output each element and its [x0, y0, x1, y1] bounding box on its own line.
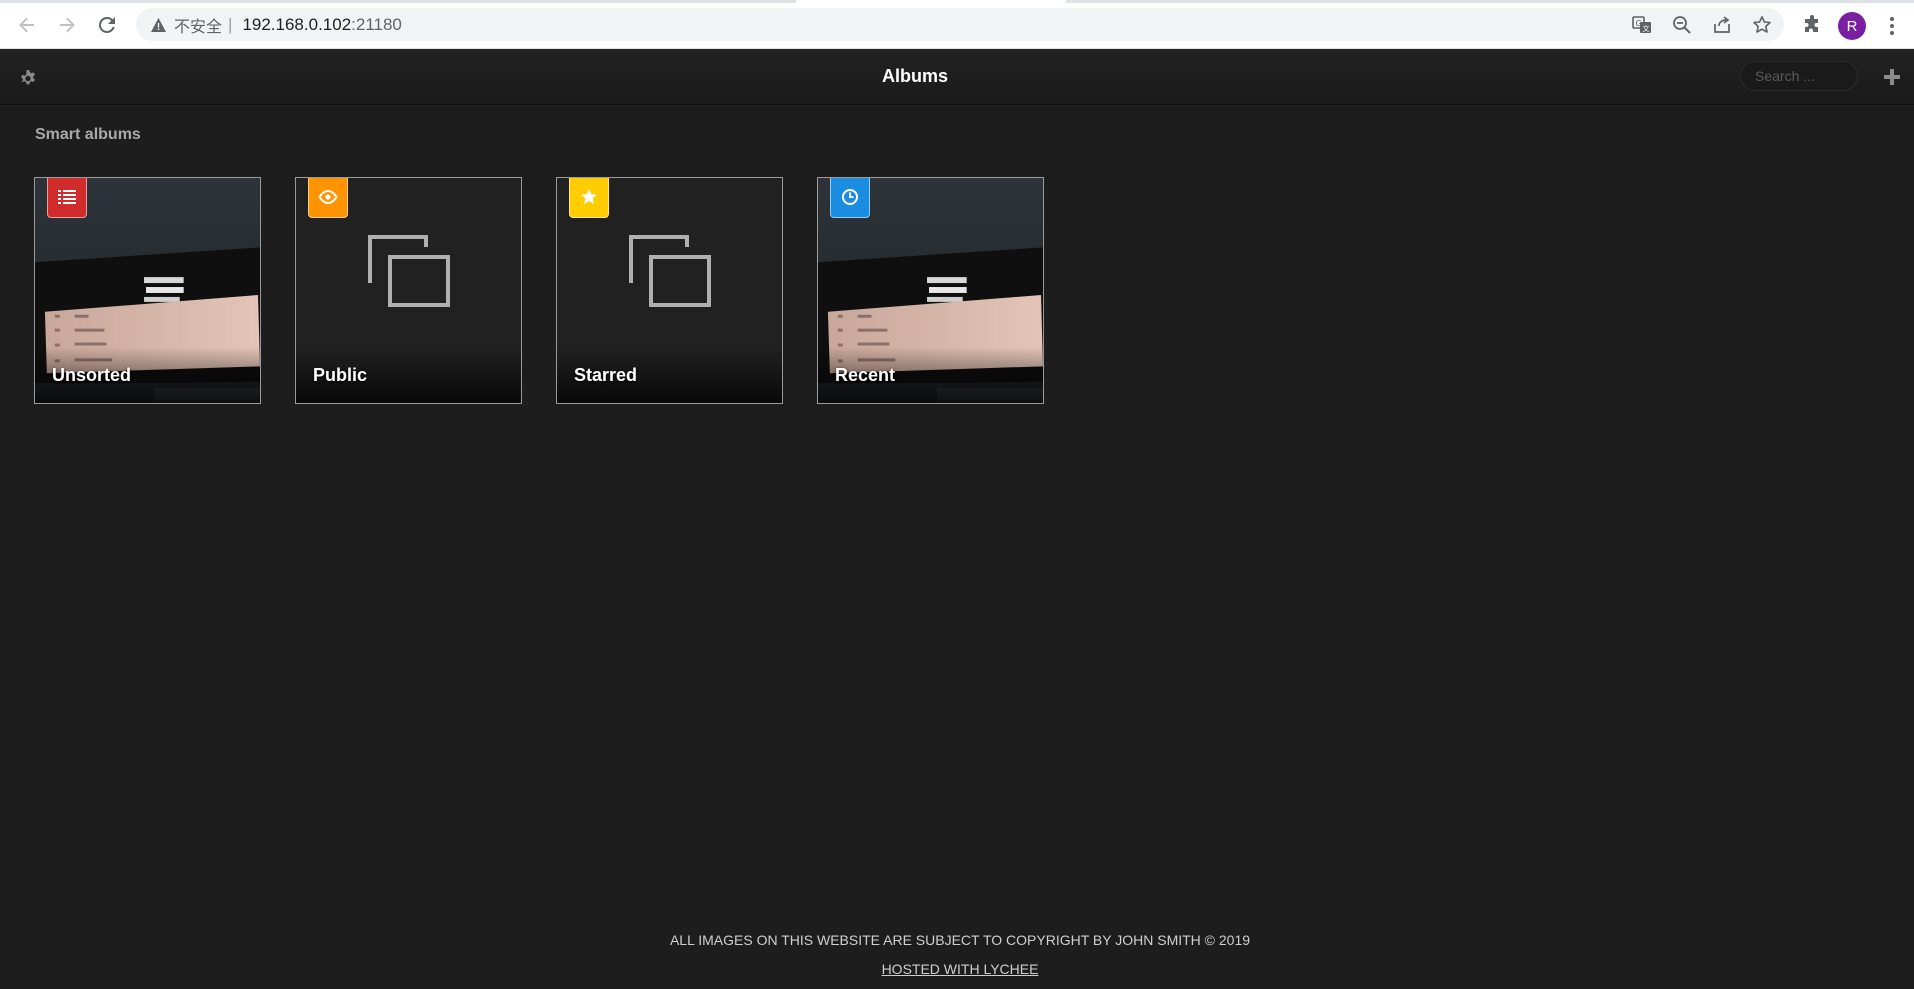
section-title: Smart albums — [35, 126, 141, 143]
share-button[interactable] — [1709, 12, 1735, 38]
arrow-left-icon — [19, 17, 34, 33]
forward-button[interactable] — [52, 10, 82, 40]
translate-button[interactable]: G文 — [1629, 12, 1655, 38]
album-starred[interactable]: Starred — [556, 177, 783, 404]
url-port: :21180 — [351, 14, 402, 34]
clock-icon — [830, 178, 870, 218]
bookmark-button[interactable] — [1749, 12, 1775, 38]
reload-button[interactable] — [92, 10, 122, 40]
translate-icon: G文 — [1632, 16, 1651, 33]
star-outline-icon — [1753, 16, 1771, 33]
warning-icon — [150, 17, 166, 33]
back-button[interactable] — [12, 10, 42, 40]
arrow-right-icon — [60, 17, 75, 33]
profile-avatar[interactable]: R — [1838, 12, 1866, 40]
url-separator: | — [228, 14, 233, 34]
url-host: 192.168.0.102 — [242, 14, 352, 34]
share-icon — [1714, 16, 1730, 33]
zoom-button[interactable] — [1669, 12, 1695, 38]
search-input[interactable]: Search ... — [1740, 61, 1858, 91]
app-header: Albums Search ... — [0, 49, 1914, 105]
address-bar[interactable]: 不安全 | 192.168.0.102:21180 — [136, 8, 1784, 41]
album-title: Unsorted — [52, 365, 132, 385]
browser-toolbar: 不安全 | 192.168.0.102:21180 G文 R — [0, 0, 1914, 49]
eye-icon — [308, 178, 348, 218]
album-title: Public — [313, 365, 368, 385]
list-icon — [47, 178, 87, 218]
reload-icon — [98, 16, 115, 33]
album-recent[interactable]: Recent — [817, 177, 1044, 404]
album-public[interactable]: Public — [295, 177, 522, 404]
page-title: Albums — [881, 66, 948, 86]
star-icon — [569, 178, 609, 218]
album-title: Starred — [574, 365, 638, 385]
album-placeholder-icon — [629, 235, 711, 307]
svg-text:文: 文 — [1643, 24, 1650, 33]
hosted-with-lychee-link[interactable]: HOSTED WITH LYCHEE — [0, 961, 1914, 977]
add-button[interactable] — [1880, 65, 1904, 89]
footer-copyright: ALL IMAGES ON THIS WEBSITE ARE SUBJECT T… — [669, 932, 1251, 948]
plus-icon — [1884, 69, 1900, 85]
insecure-label[interactable]: 不安全 — [174, 13, 222, 37]
tab-strip — [0, 0, 1914, 3]
puzzle-icon — [1805, 15, 1818, 32]
browser-menu-button[interactable] — [1882, 12, 1902, 40]
extensions-button[interactable] — [1799, 12, 1825, 38]
profile-initial: R — [1846, 17, 1858, 35]
zoom-out-icon — [1673, 16, 1691, 34]
album-title: Recent — [835, 365, 896, 385]
album-placeholder-icon — [368, 235, 450, 307]
album-unsorted[interactable]: Unsorted — [34, 177, 261, 404]
